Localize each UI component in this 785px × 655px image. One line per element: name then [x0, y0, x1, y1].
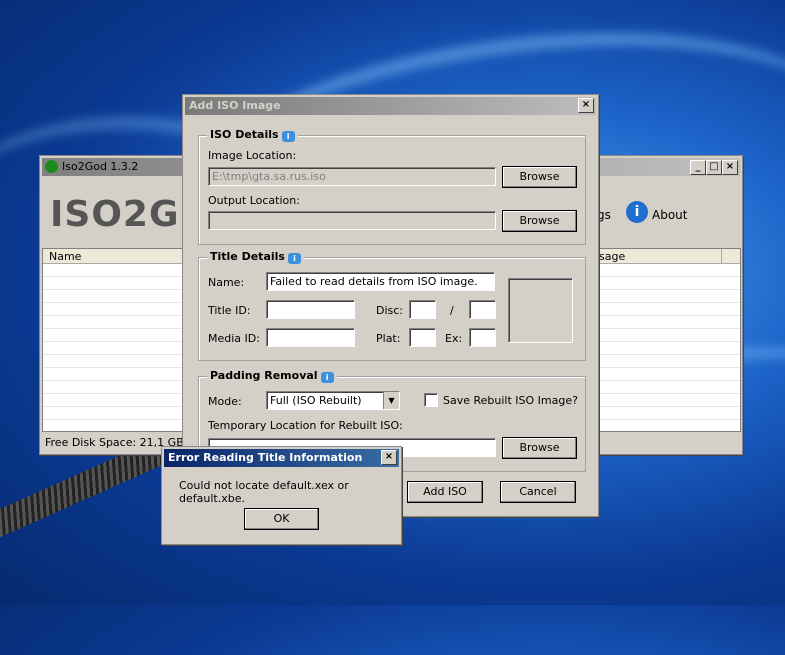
help-icon[interactable]: i	[287, 253, 301, 264]
media-id-field[interactable]	[266, 328, 355, 347]
title-id-label: Title ID:	[208, 304, 251, 317]
ex-field[interactable]	[469, 328, 496, 347]
image-location-field[interactable]: E:\tmp\gta.sa.rus.iso	[208, 167, 496, 186]
error-dialog: Error Reading Title Information × Could …	[161, 446, 402, 545]
column-message-header[interactable]: sage	[599, 250, 625, 263]
error-message: Could not locate default.xex or default.…	[179, 479, 349, 505]
title-image-box	[508, 278, 573, 343]
name-label: Name:	[208, 276, 245, 289]
temp-location-label: Temporary Location for Rebuilt ISO:	[208, 419, 403, 432]
column-name-header[interactable]: Name	[49, 250, 81, 263]
minimize-button[interactable]: _	[690, 160, 706, 175]
title-details-group: Title Details i Name: Failed to read deta…	[198, 250, 586, 361]
save-rebuilt-label[interactable]: Save Rebuilt ISO Image?	[443, 394, 578, 407]
output-location-field[interactable]	[208, 211, 496, 230]
image-browse-button[interactable]: Browse	[502, 166, 577, 188]
main-window-title: Iso2God 1.3.2	[62, 160, 139, 173]
app-icon	[45, 160, 58, 173]
disc-label: Disc:	[376, 304, 404, 317]
ex-label: Ex:	[445, 332, 463, 345]
temp-browse-button[interactable]: Browse	[502, 437, 577, 459]
about-button[interactable]: About	[652, 208, 687, 222]
close-icon[interactable]: ×	[578, 98, 594, 113]
output-location-label: Output Location:	[208, 194, 300, 207]
maximize-button[interactable]: □	[706, 160, 722, 175]
padding-removal-heading: Padding Removal i	[207, 369, 337, 383]
title-name-field[interactable]: Failed to read details from ISO image.	[266, 272, 495, 291]
error-dialog-title: Error Reading Title Information	[168, 451, 363, 464]
info-icon[interactable]: i	[626, 201, 648, 223]
disc-count-field[interactable]	[469, 300, 496, 319]
save-rebuilt-checkbox[interactable]	[424, 393, 438, 407]
help-icon[interactable]: i	[281, 131, 295, 142]
image-location-label: Image Location:	[208, 149, 297, 162]
mode-label: Mode:	[208, 395, 242, 408]
close-icon[interactable]: ×	[381, 450, 397, 465]
close-icon[interactable]: ×	[722, 160, 738, 175]
iso-details-group: ISO Details i Image Location: E:\tmp\gta.…	[198, 128, 586, 245]
chevron-down-icon[interactable]: ▼	[383, 392, 399, 409]
add-iso-button[interactable]: Add ISO	[407, 481, 483, 503]
app-logo: ISO2G	[50, 194, 180, 235]
cancel-button[interactable]: Cancel	[500, 481, 576, 503]
output-browse-button[interactable]: Browse	[502, 210, 577, 232]
add-iso-dialog-titlebar[interactable]: Add ISO Image ×	[185, 97, 596, 115]
column-divider	[721, 249, 722, 263]
title-id-field[interactable]	[266, 300, 355, 319]
mode-select[interactable]: Full (ISO Rebuilt) ▼	[266, 391, 400, 410]
help-icon[interactable]: i	[320, 372, 334, 383]
add-iso-dialog-title: Add ISO Image	[189, 99, 281, 112]
iso-details-heading: ISO Details i	[207, 128, 298, 142]
media-id-label: Media ID:	[208, 332, 260, 345]
disc-separator: /	[450, 304, 454, 317]
settings-button-partial[interactable]: gs	[597, 208, 611, 222]
ok-button[interactable]: OK	[244, 508, 319, 530]
plat-field[interactable]	[409, 328, 436, 347]
error-dialog-titlebar[interactable]: Error Reading Title Information ×	[164, 449, 399, 467]
title-details-heading: Title Details i	[207, 250, 304, 264]
mode-select-value: Full (ISO Rebuilt)	[270, 394, 362, 407]
plat-label: Plat:	[376, 332, 401, 345]
disc-number-field[interactable]	[409, 300, 436, 319]
